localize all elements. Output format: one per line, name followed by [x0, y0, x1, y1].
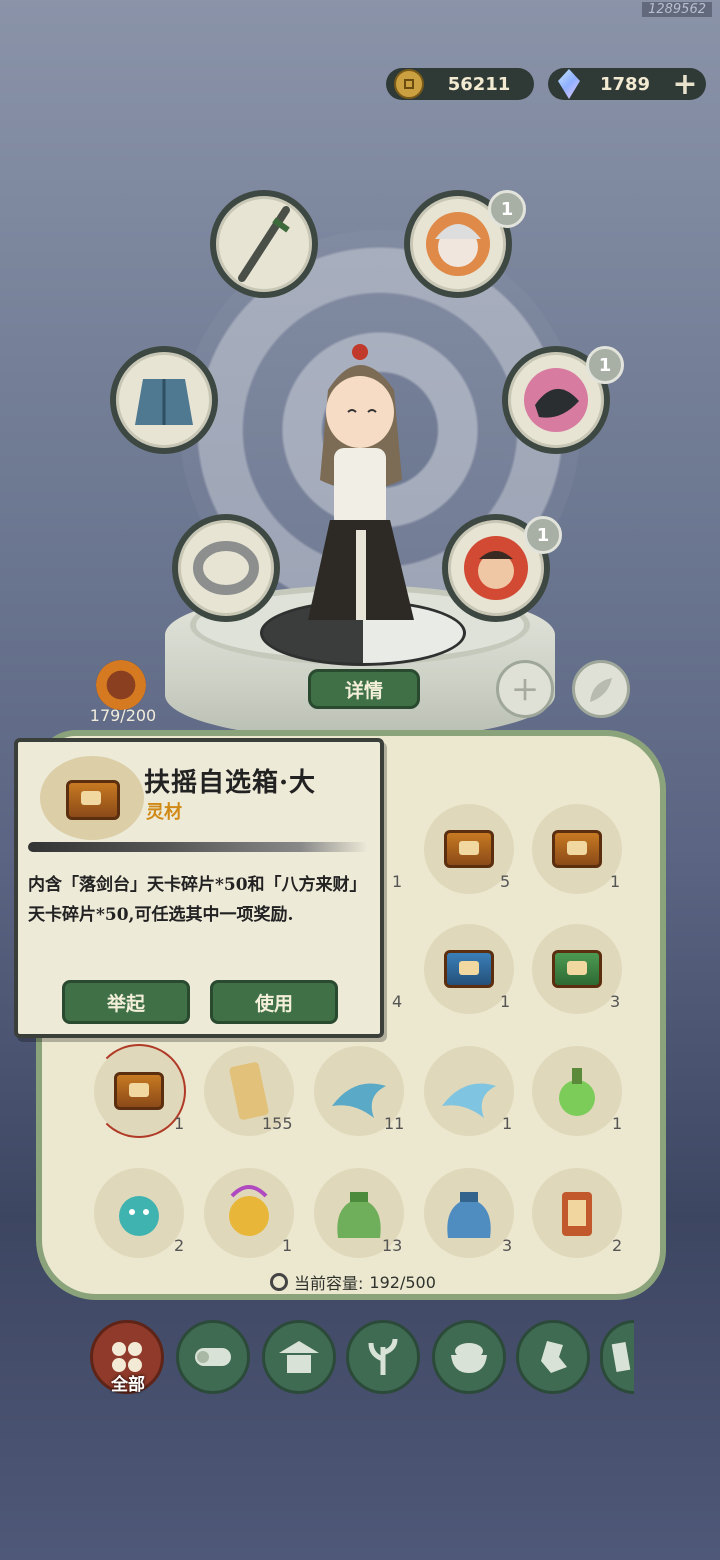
item-count: 1 — [610, 872, 621, 891]
treasure-chest-icon — [114, 1072, 164, 1110]
item-count: 3 — [610, 992, 621, 1011]
rice-bowl-icon — [451, 1343, 487, 1373]
red-face-companion-icon — [464, 536, 528, 600]
ring-slot[interactable] — [172, 514, 280, 622]
item-name: 扶摇自选箱·大 — [144, 768, 317, 798]
inventory-slot[interactable] — [204, 1168, 294, 1258]
gem-counter: 1789 + — [548, 67, 706, 102]
pavilion-icon — [279, 1341, 319, 1373]
token-plaque-icon — [562, 1192, 592, 1236]
treasure-chest-icon — [444, 830, 494, 868]
coin-amount: 56211 — [447, 73, 511, 95]
raise-button[interactable]: 举起 — [62, 980, 190, 1024]
feather-icon[interactable] — [572, 660, 630, 718]
treasure-chest-icon — [552, 830, 602, 868]
companion-1-badge: 1 — [488, 190, 526, 228]
sword-icon — [238, 206, 290, 282]
ink-divider — [28, 842, 368, 852]
item-count: 1 — [174, 1114, 185, 1133]
build-id-watermark: 1289562 — [642, 2, 712, 17]
dragon-pet-icon — [524, 368, 588, 432]
tab-food[interactable] — [432, 1320, 506, 1394]
item-count: 1 — [282, 1236, 293, 1255]
gem-amount: 1789 — [599, 73, 651, 95]
item-count: 1 — [392, 872, 403, 891]
blue-chest-icon — [444, 950, 494, 988]
tab-materials[interactable] — [176, 1320, 250, 1394]
item-category: 灵材 — [146, 802, 182, 823]
item-count: 2 — [174, 1236, 185, 1255]
capacity-label: 当前容量: — [294, 1274, 364, 1293]
item-icon-frame — [40, 756, 144, 840]
cultivation-level-icon — [96, 660, 146, 710]
item-count: 13 — [382, 1236, 403, 1255]
item-count: 1 — [500, 992, 511, 1011]
item-count: 2 — [612, 1236, 623, 1255]
item-count: 1 — [502, 1114, 513, 1133]
add-gems-button[interactable]: + — [670, 67, 700, 102]
herb-icon — [368, 1338, 398, 1375]
inventory-slot-selected[interactable] — [94, 1046, 184, 1136]
item-count: 3 — [502, 1236, 513, 1255]
capacity-icon — [270, 1273, 288, 1291]
white-haired-companion-icon — [426, 212, 490, 276]
green-chest-icon — [552, 950, 602, 988]
copper-coin-icon — [394, 69, 424, 99]
inventory-slot[interactable] — [532, 804, 622, 894]
armor-slot[interactable] — [110, 346, 218, 454]
inventory-slot[interactable] — [424, 1046, 514, 1136]
inventory-slot[interactable] — [532, 924, 622, 1014]
potion-gourd-icon — [559, 1068, 595, 1116]
tab-scrolls[interactable] — [600, 1320, 634, 1394]
inventory-slot[interactable] — [424, 1168, 514, 1258]
tab-buildings[interactable] — [262, 1320, 336, 1394]
capacity-value: 192/500 — [369, 1272, 436, 1292]
golden-mask-icon — [229, 1185, 269, 1236]
inventory-slot[interactable] — [94, 1168, 184, 1258]
tab-all-label: 全部 — [111, 1375, 145, 1395]
coin-counter: 56211 — [386, 68, 534, 100]
item-count: 155 — [262, 1114, 293, 1133]
tab-herbs[interactable] — [346, 1320, 420, 1394]
crystal-gem-icon — [558, 69, 580, 99]
item-count: 1 — [612, 1114, 623, 1133]
ring-icon — [193, 541, 259, 595]
tab-fragments[interactable] — [516, 1320, 590, 1394]
inventory-slot[interactable] — [532, 1168, 622, 1258]
cultivation-level: 179/200 — [89, 706, 157, 725]
weapon-slot[interactable] — [210, 190, 318, 298]
detail-button[interactable]: 详情 — [308, 669, 420, 709]
scroll-tab-icon — [611, 1341, 630, 1373]
item-count: 11 — [384, 1114, 405, 1133]
companion-2-badge: 1 — [586, 346, 624, 384]
player-character[interactable] — [290, 330, 430, 640]
item-description: 内含「落剑台」天卡碎片*50和「八方来财」天卡碎片*50,可任选其中一项奖励. — [28, 875, 367, 925]
fish-spirit-icon — [442, 1083, 496, 1118]
capacity-indicator: 当前容量: 192/500 — [270, 1270, 436, 1294]
use-button[interactable]: 使用 — [210, 980, 338, 1024]
spirit-beast-icon — [119, 1196, 159, 1236]
item-detail-popup: 扶摇自选箱·大 灵材 内含「落剑台」天卡碎片*50和「八方来财」天卡碎片*50,… — [14, 738, 384, 1038]
blue-pouch-icon — [447, 1192, 491, 1238]
treasure-chest-icon — [66, 780, 120, 820]
item-count: 5 — [500, 872, 511, 891]
inventory-slot[interactable] — [532, 1046, 622, 1136]
companion-3-badge: 1 — [524, 516, 562, 554]
fragment-icon — [541, 1341, 567, 1373]
log-icon — [195, 1348, 231, 1366]
item-count: 4 — [392, 992, 403, 1011]
robe-armor-icon — [135, 379, 193, 425]
plus-icon[interactable]: + — [496, 660, 554, 718]
